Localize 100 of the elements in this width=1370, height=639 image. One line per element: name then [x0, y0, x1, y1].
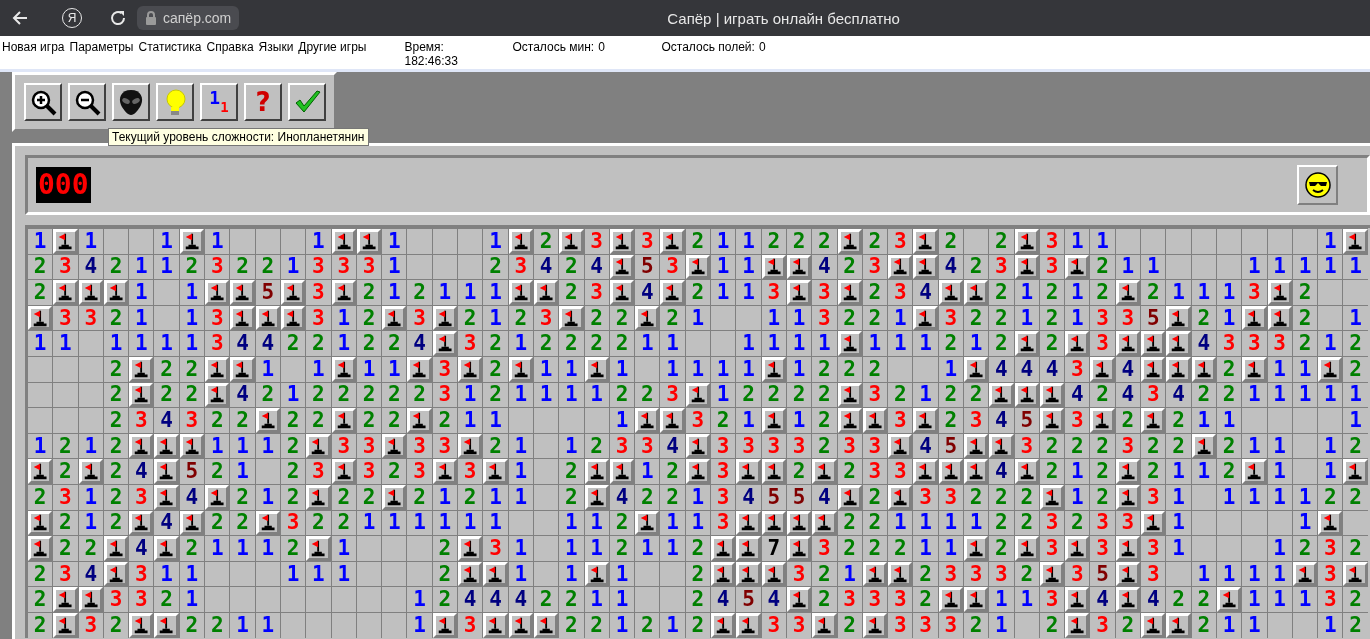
flagged-tile[interactable]	[761, 561, 786, 587]
flagged-tile[interactable]	[685, 254, 710, 280]
flagged-tile[interactable]	[331, 408, 356, 433]
flagged-tile[interactable]	[458, 561, 483, 587]
flagged-tile[interactable]	[1267, 305, 1292, 331]
flagged-tile[interactable]	[407, 408, 432, 433]
flagged-tile[interactable]	[761, 254, 786, 280]
flagged-tile[interactable]	[1343, 229, 1368, 254]
flagged-tile[interactable]	[432, 612, 458, 638]
flagged-tile[interactable]	[862, 561, 888, 587]
flagged-tile[interactable]	[154, 433, 179, 459]
flagged-tile[interactable]	[888, 254, 913, 280]
flagged-tile[interactable]	[736, 510, 761, 536]
flagged-tile[interactable]	[1166, 612, 1191, 638]
flagged-tile[interactable]	[179, 229, 205, 254]
flagged-tile[interactable]	[1014, 229, 1039, 254]
toolbar-button[interactable]	[112, 83, 150, 121]
toolbar-button[interactable]	[288, 83, 326, 121]
flagged-tile[interactable]	[1039, 382, 1065, 408]
flagged-tile[interactable]	[1115, 536, 1141, 561]
flagged-tile[interactable]	[559, 229, 584, 254]
flagged-tile[interactable]	[382, 433, 407, 459]
flagged-tile[interactable]	[331, 459, 356, 484]
flagged-tile[interactable]	[280, 305, 306, 331]
flagged-tile[interactable]	[53, 229, 78, 254]
flagged-tile[interactable]	[711, 561, 736, 587]
flagged-tile[interactable]	[660, 280, 685, 305]
flagged-tile[interactable]	[205, 382, 230, 408]
smiley-button[interactable]	[1297, 165, 1338, 205]
menu-item[interactable]: Другие игры	[298, 40, 367, 54]
flagged-tile[interactable]	[660, 408, 685, 433]
address-bar[interactable]: сапёр.com	[137, 6, 240, 30]
flagged-tile[interactable]	[786, 510, 812, 536]
flagged-tile[interactable]	[862, 612, 888, 638]
flagged-tile[interactable]	[28, 510, 53, 536]
flagged-tile[interactable]	[483, 561, 508, 587]
flagged-tile[interactable]	[432, 331, 458, 356]
flagged-tile[interactable]	[129, 612, 154, 638]
flagged-tile[interactable]	[964, 587, 989, 612]
flagged-tile[interactable]	[964, 536, 989, 561]
flagged-tile[interactable]	[812, 612, 837, 638]
flagged-tile[interactable]	[837, 484, 862, 510]
flagged-tile[interactable]	[331, 280, 356, 305]
flagged-tile[interactable]	[837, 331, 862, 356]
flagged-tile[interactable]	[888, 484, 913, 510]
flagged-tile[interactable]	[660, 229, 685, 254]
flagged-tile[interactable]	[306, 484, 331, 510]
flagged-tile[interactable]	[1141, 356, 1166, 382]
flagged-tile[interactable]	[382, 305, 407, 331]
flagged-tile[interactable]	[1014, 331, 1039, 356]
flagged-tile[interactable]	[483, 612, 508, 638]
flagged-tile[interactable]	[356, 229, 382, 254]
flagged-tile[interactable]	[989, 433, 1014, 459]
flagged-tile[interactable]	[938, 459, 963, 484]
flagged-tile[interactable]	[1039, 408, 1065, 433]
flagged-tile[interactable]	[1065, 587, 1090, 612]
flagged-tile[interactable]	[609, 229, 635, 254]
flagged-tile[interactable]	[812, 510, 837, 536]
flagged-tile[interactable]	[1242, 459, 1267, 484]
flagged-tile[interactable]	[28, 536, 53, 561]
toolbar-button[interactable]	[24, 83, 62, 121]
flagged-tile[interactable]	[837, 382, 862, 408]
flagged-tile[interactable]	[331, 229, 356, 254]
flagged-tile[interactable]	[1014, 536, 1039, 561]
flagged-tile[interactable]	[129, 382, 154, 408]
flagged-tile[interactable]	[711, 536, 736, 561]
flagged-tile[interactable]	[1141, 331, 1166, 356]
toolbar-button[interactable]	[68, 83, 106, 121]
flagged-tile[interactable]	[306, 433, 331, 459]
flagged-tile[interactable]	[964, 280, 989, 305]
flagged-tile[interactable]	[458, 356, 483, 382]
flagged-tile[interactable]	[1115, 484, 1141, 510]
flagged-tile[interactable]	[862, 408, 888, 433]
flagged-tile[interactable]	[913, 254, 938, 280]
flagged-tile[interactable]	[306, 536, 331, 561]
flagged-tile[interactable]	[913, 408, 938, 433]
flagged-tile[interactable]	[913, 305, 938, 331]
flagged-tile[interactable]	[1141, 510, 1166, 536]
flagged-tile[interactable]	[154, 459, 179, 484]
flagged-tile[interactable]	[1065, 536, 1090, 561]
flagged-tile[interactable]	[508, 612, 533, 638]
toolbar-button[interactable]	[156, 83, 194, 121]
flagged-tile[interactable]	[1343, 459, 1368, 484]
flagged-tile[interactable]	[786, 536, 812, 561]
flagged-tile[interactable]	[685, 433, 710, 459]
flagged-tile[interactable]	[205, 484, 230, 510]
flagged-tile[interactable]	[584, 561, 609, 587]
flagged-tile[interactable]	[964, 459, 989, 484]
flagged-tile[interactable]	[255, 305, 280, 331]
flagged-tile[interactable]	[635, 408, 660, 433]
flagged-tile[interactable]	[1115, 280, 1141, 305]
flagged-tile[interactable]	[837, 280, 862, 305]
flagged-tile[interactable]	[609, 254, 635, 280]
flagged-tile[interactable]	[635, 510, 660, 536]
flagged-tile[interactable]	[53, 612, 78, 638]
flagged-tile[interactable]	[913, 229, 938, 254]
flagged-tile[interactable]	[635, 305, 660, 331]
flagged-tile[interactable]	[1166, 356, 1191, 382]
flagged-tile[interactable]	[1115, 561, 1141, 587]
flagged-tile[interactable]	[913, 459, 938, 484]
